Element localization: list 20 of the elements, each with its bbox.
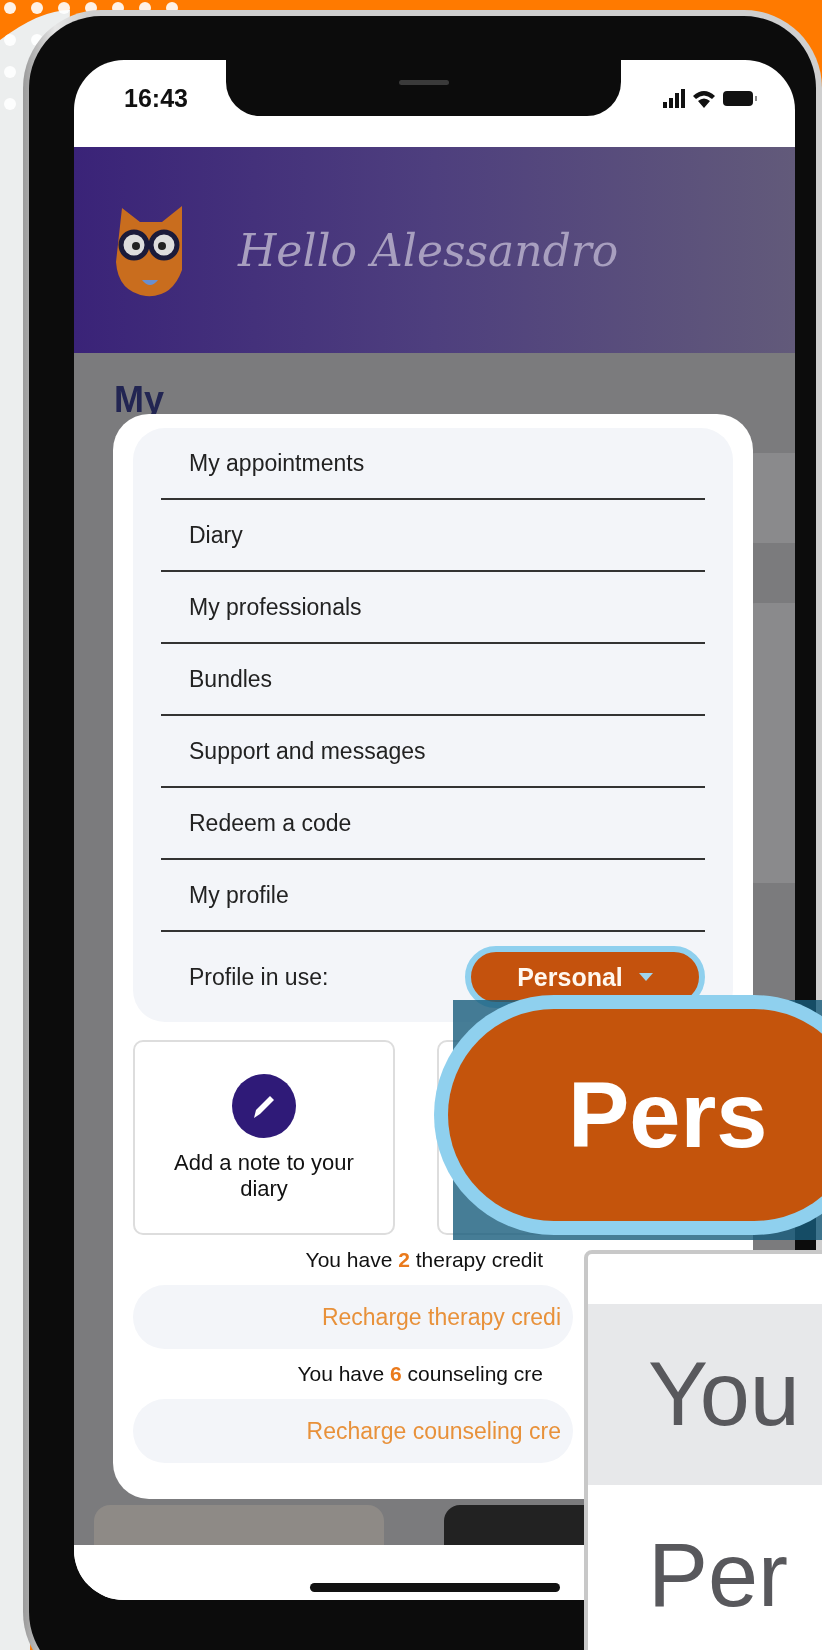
status-time: 16:43 xyxy=(124,84,188,113)
menu-item[interactable]: Bundles xyxy=(161,644,705,716)
credit-text: You have 6 counseling cre xyxy=(297,1362,543,1386)
caret-icon xyxy=(638,973,653,981)
menu-item[interactable]: My profile xyxy=(161,860,705,932)
action-card[interactable]: Add a note to your diary xyxy=(133,1040,395,1235)
battery-icon xyxy=(723,91,757,106)
zoomed-text: You xyxy=(648,1343,800,1446)
wifi-icon xyxy=(693,89,715,108)
credit-text: You have 2 therapy credit xyxy=(305,1248,543,1272)
zoomed-text: Per xyxy=(648,1524,789,1627)
signal-icon xyxy=(663,89,685,108)
menu-item[interactable]: My appointments xyxy=(161,428,705,500)
profile-label: Profile in use: xyxy=(189,963,329,991)
menu-item[interactable]: Diary xyxy=(161,500,705,572)
menu-item[interactable]: Redeem a code xyxy=(161,788,705,860)
pencil-icon xyxy=(232,1074,296,1138)
menu-item[interactable]: My professionals xyxy=(161,572,705,644)
greeting-text: Hello Alessandro xyxy=(238,224,619,276)
menu-item[interactable]: Support and messages xyxy=(161,716,705,788)
